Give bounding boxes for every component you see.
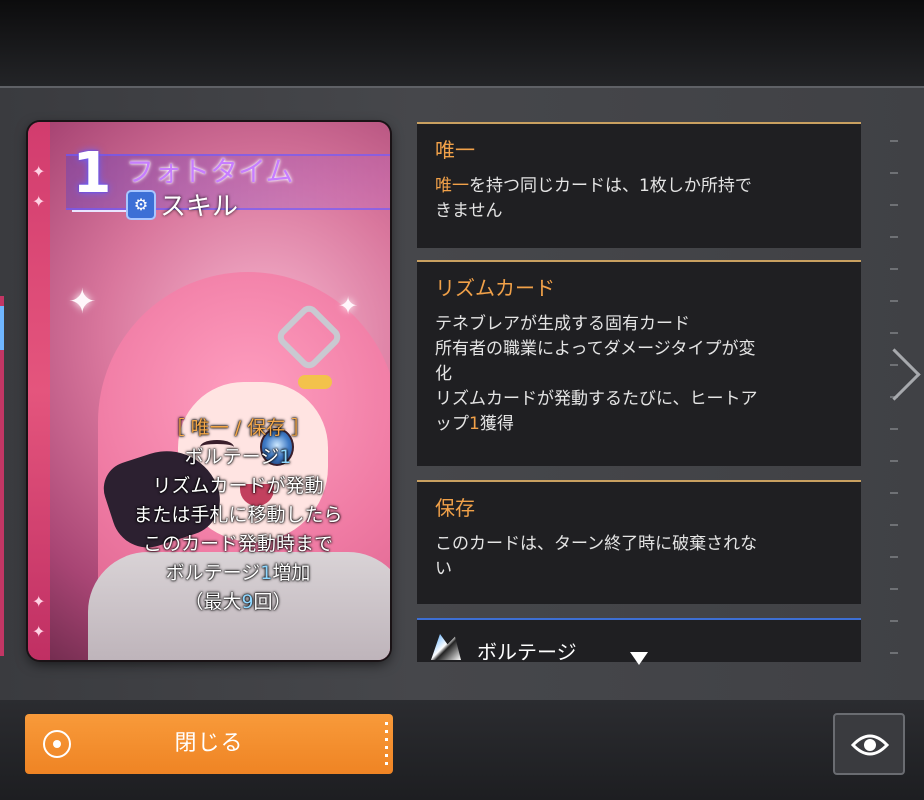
effect-line: 増加 bbox=[272, 562, 311, 584]
panel-title: 保存 bbox=[435, 496, 475, 520]
hair-clip bbox=[298, 375, 332, 389]
card-side-stripe: ✦ ✦ ✦ ✦ bbox=[28, 122, 50, 660]
previous-card-edge[interactable] bbox=[0, 296, 4, 656]
panel-text: 獲得 bbox=[479, 414, 514, 434]
skill-icon: ⚙ bbox=[126, 190, 156, 220]
close-button-label: 閉じる bbox=[174, 731, 244, 756]
panel-text: テネブレアが生成する固有カード bbox=[435, 314, 690, 334]
panel-title: 唯一 bbox=[435, 138, 475, 162]
panel-description: 唯一を持つ同じカードは、1枚しか所持で きません bbox=[435, 174, 843, 224]
effect-number: 9 bbox=[241, 591, 254, 613]
effect-line: このカード発動時まで bbox=[142, 533, 333, 555]
voltage-icon bbox=[431, 634, 461, 660]
effect-line: ボルテージ bbox=[184, 446, 280, 468]
keyword-panel-rhythm-card: リズムカード テネブレアが生成する固有カード 所有者の職業によってダメージタイプ… bbox=[417, 260, 861, 466]
effect-number: 1 bbox=[260, 562, 273, 584]
panel-text: を持つ同じカードは、1枚しか所持で bbox=[469, 176, 752, 196]
panel-text: ップ bbox=[435, 414, 469, 434]
cost-underline bbox=[72, 210, 130, 212]
effect-line: または手札に移動したら bbox=[133, 504, 343, 526]
panel-title: リズムカード bbox=[435, 276, 555, 300]
eye-icon bbox=[851, 734, 889, 756]
panel-highlight: 唯一 bbox=[435, 176, 469, 196]
panel-text: い bbox=[435, 559, 452, 579]
panel-text: 所有者の職業によってダメージタイプが変 bbox=[435, 339, 756, 359]
effect-number: 1 bbox=[279, 446, 292, 468]
panel-text: このカードは、ターン終了時に破棄されな bbox=[435, 534, 758, 554]
card-detail: ✦ ✦ ✦ ✦ ✦ ✦ 1 フォトタイム ⚙ スキル ［ 唯一 / 保存 ］ ボ… bbox=[28, 122, 390, 660]
panel-description: このカードは、ターン終了時に破棄されな い bbox=[435, 532, 843, 582]
panel-highlight: 1 bbox=[469, 414, 480, 434]
effect-line: リズムカードが発動 bbox=[152, 475, 324, 497]
top-bar bbox=[0, 0, 924, 86]
panel-title: ボルテージ bbox=[477, 640, 577, 662]
panel-text: リズムカードが発動するたびに、ヒートア bbox=[435, 389, 758, 409]
panel-description: テネブレアが生成する固有カード 所有者の職業によってダメージタイプが変 化 リズ… bbox=[435, 312, 843, 437]
card-effect-text: ［ 唯一 / 保存 ］ ボルテージ1 リズムカードが発動 または手札に移動したら… bbox=[88, 414, 388, 617]
sparkle-icon: ✦ bbox=[338, 292, 359, 320]
caret-down-icon[interactable] bbox=[630, 652, 648, 665]
card-type: スキル bbox=[160, 192, 239, 222]
effect-line: 回） bbox=[253, 591, 292, 613]
card-keywords: ［ 唯一 / 保存 ］ bbox=[165, 417, 311, 439]
view-toggle-button[interactable] bbox=[833, 713, 905, 775]
keyword-panel-unique: 唯一 唯一を持つ同じカードは、1枚しか所持で きません bbox=[417, 122, 861, 248]
panel-text: きません bbox=[435, 201, 503, 221]
effect-line: ボルテージ bbox=[165, 562, 261, 584]
card-name: フォトタイム bbox=[126, 155, 294, 188]
card-cost: 1 bbox=[72, 141, 112, 206]
keyword-panel-keep: 保存 このカードは、ターン終了時に破棄されな い bbox=[417, 480, 861, 604]
sparkle-icon: ✦ bbox=[68, 282, 97, 322]
button-edge-dots bbox=[385, 722, 388, 766]
panel-text: 化 bbox=[435, 364, 452, 384]
close-button[interactable]: 閉じる bbox=[25, 714, 393, 774]
effect-line: （最大 bbox=[184, 591, 242, 613]
